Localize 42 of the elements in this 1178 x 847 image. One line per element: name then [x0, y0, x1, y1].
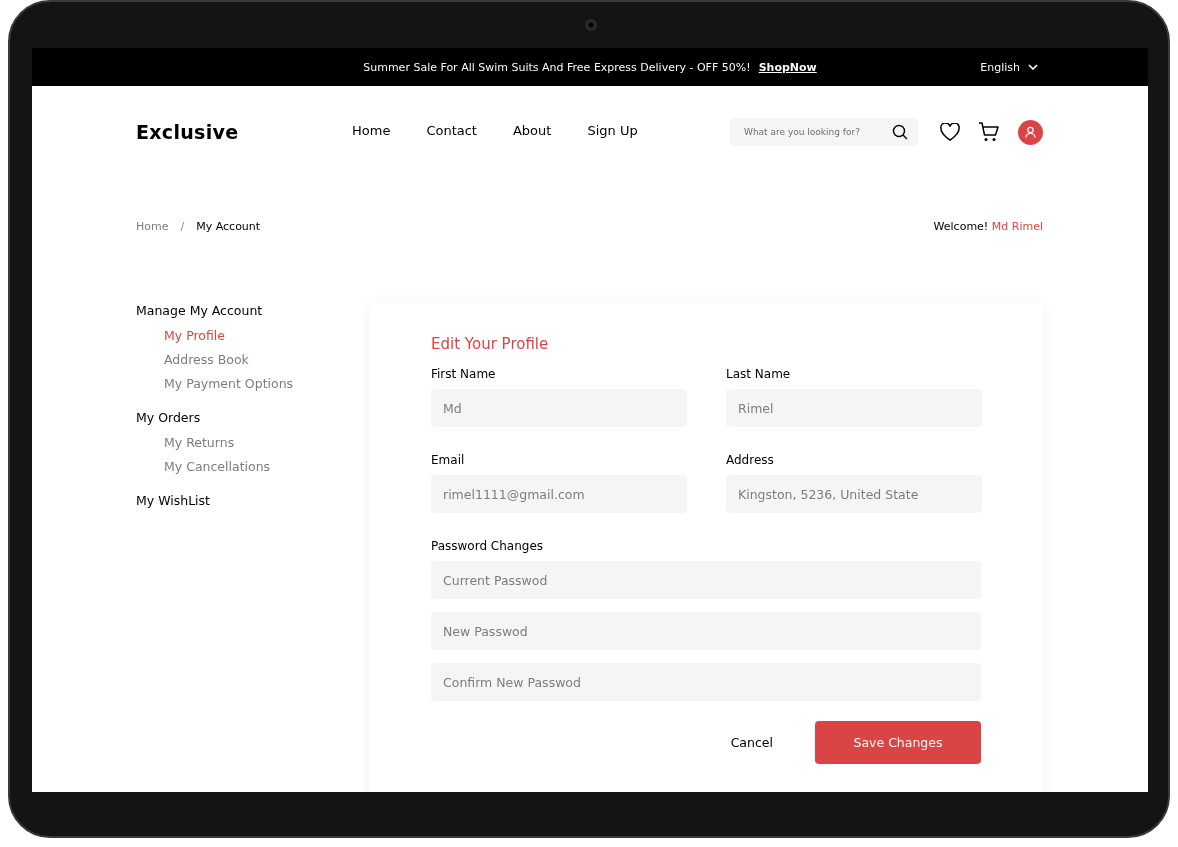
nav-link[interactable]: Sign Up — [587, 123, 638, 141]
field-label: First Name — [431, 367, 497, 381]
sidebar-section-link[interactable]: Manage My Account — [136, 303, 369, 318]
nav-link[interactable]: Home — [352, 123, 391, 141]
welcome-text: Welcome! Md Rimel — [933, 220, 1043, 233]
sidebar-item[interactable]: My Cancellations — [136, 459, 271, 474]
breadcrumb-separator: / — [180, 220, 185, 233]
sidebar-item[interactable]: Address Book — [136, 352, 249, 367]
search-field[interactable]: What are you looking for? — [730, 118, 918, 146]
password-field[interactable]: New Passwod — [431, 612, 981, 650]
password-field[interactable]: Current Passwod — [431, 561, 981, 599]
camera-icon — [584, 18, 598, 32]
breadcrumb-link[interactable]: Home — [136, 220, 169, 233]
field-label: Address — [726, 453, 775, 467]
nav-link[interactable]: About — [512, 123, 552, 141]
sidebar-item[interactable]: My Returns — [136, 435, 235, 450]
input-field[interactable]: rimel1111@gmail.com — [431, 475, 687, 513]
password-field[interactable]: Confirm New Passwod — [431, 663, 981, 701]
input-field[interactable]: Kingston, 5236, United State — [726, 475, 982, 513]
field-label: Password Changes — [431, 539, 545, 553]
input-field[interactable]: Md — [431, 389, 687, 427]
sidebar-item[interactable]: My Profile — [136, 328, 226, 343]
search-icon[interactable] — [892, 124, 908, 140]
save-button[interactable]: Save Changes — [815, 721, 981, 764]
input-field[interactable]: Rimel — [726, 389, 982, 427]
breadcrumb-link[interactable]: My Account — [196, 220, 261, 233]
sidebar-item[interactable]: My Payment Options — [136, 376, 294, 391]
field-label: Last Name — [726, 367, 792, 381]
user-avatar-icon[interactable] — [1018, 119, 1043, 145]
form-title: Edit Your Profile — [431, 335, 550, 353]
nav-link[interactable]: Contact — [426, 123, 477, 141]
chevron-down-icon — [1028, 64, 1038, 70]
cancel-button[interactable]: Cancel — [718, 725, 785, 760]
sidebar-section-link[interactable]: My WishList — [136, 493, 369, 508]
sidebar-section-link[interactable]: My Orders — [136, 410, 369, 425]
shop-now-link[interactable]: ShopNow — [758, 60, 817, 74]
cart-icon[interactable] — [978, 122, 1000, 142]
logo[interactable]: Exclusive — [136, 121, 352, 143]
heart-icon[interactable] — [940, 123, 960, 141]
announcement-text: Summer Sale For All Swim Suits And Free Express Delivery - OFF 50%! — [363, 60, 751, 74]
language-dropdown[interactable]: English — [980, 60, 1038, 74]
field-label: Email — [431, 453, 466, 467]
